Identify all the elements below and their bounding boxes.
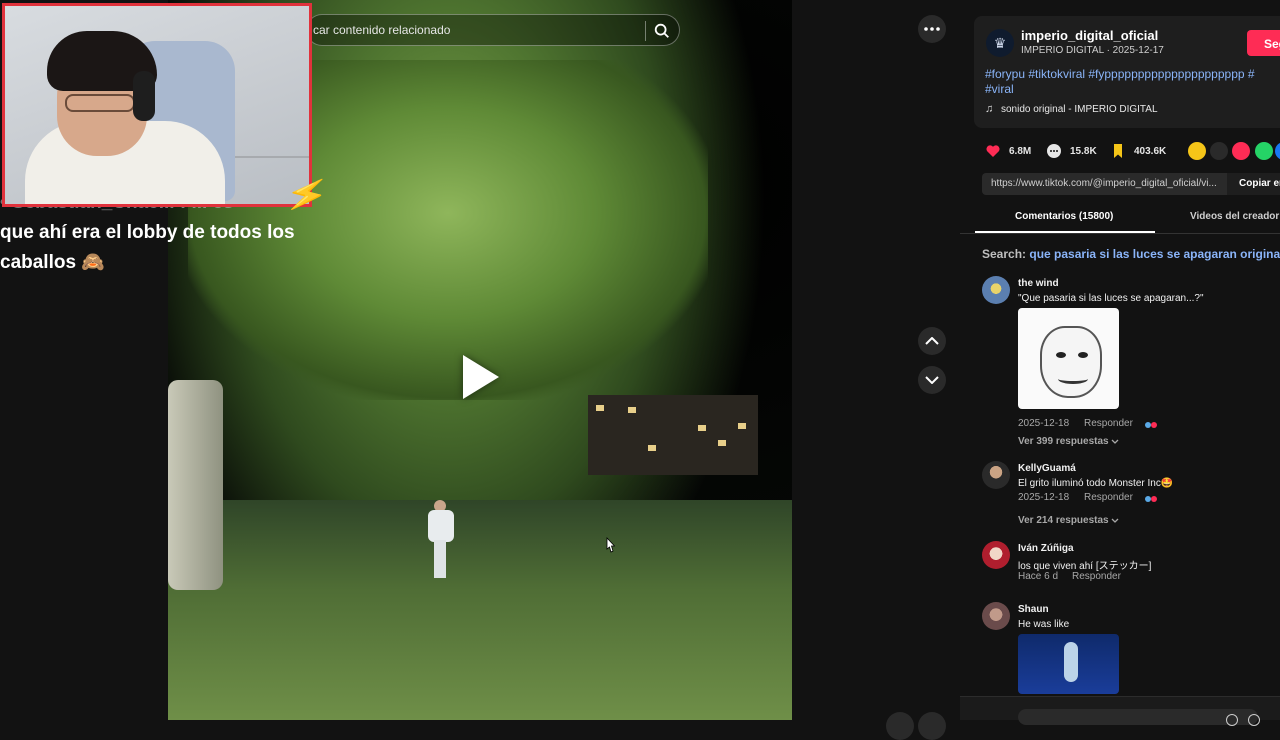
view-replies-button[interactable]: Ver 214 respuestas: [1018, 515, 1119, 526]
repost-icon[interactable]: [1188, 142, 1206, 160]
emoji-icon[interactable]: [1226, 714, 1238, 726]
sticker-icon: [1145, 422, 1157, 428]
music-note-icon: ♫: [985, 103, 994, 115]
view-replies-button[interactable]: Ver 399 respuestas: [1018, 436, 1119, 447]
streamer-webcam: [2, 3, 312, 207]
copy-link-button[interactable]: Copiar en: [1227, 173, 1280, 195]
bottom-control-button[interactable]: [886, 712, 914, 740]
hashtags-line[interactable]: #viral: [985, 82, 1280, 97]
comment-meme-image[interactable]: [1018, 308, 1119, 409]
search-query[interactable]: que pasaria si las luces se apagaran ori…: [1029, 247, 1280, 261]
chevron-down-icon: [1111, 518, 1119, 523]
comment-date: 2025-12-18: [1018, 418, 1070, 429]
search-divider: [645, 21, 646, 41]
view-replies-label[interactable]: Ver 214 respuestas: [1018, 515, 1109, 526]
avatar[interactable]: [982, 461, 1010, 489]
comment-text: "Que pasaria si las luces se apagaran...…: [1018, 293, 1204, 304]
next-video-button[interactable]: [918, 366, 946, 394]
hashtags[interactable]: #forypu #tiktokviral #fypppppppppppppppp…: [985, 67, 1280, 97]
chevron-down-icon: [925, 376, 939, 384]
avatar[interactable]: [982, 541, 1010, 569]
running-child: [426, 500, 456, 578]
follow-button[interactable]: Seg: [1247, 30, 1280, 56]
tree-trunk: [168, 380, 223, 590]
comment-username[interactable]: Iván Zúñiga: [1018, 543, 1074, 554]
mention-icon[interactable]: [1248, 714, 1260, 726]
previous-video-button[interactable]: [918, 327, 946, 355]
search-prefix: Search:: [982, 247, 1027, 261]
reply-button[interactable]: Responder: [1072, 571, 1121, 582]
avatar[interactable]: [982, 602, 1010, 630]
comment-input[interactable]: [1018, 709, 1258, 725]
comment-username[interactable]: Shaun: [1018, 604, 1049, 615]
send-icon[interactable]: [1232, 142, 1250, 160]
comment-search-suggestion[interactable]: Search: que pasaria si las luces se apag…: [982, 247, 1280, 261]
comment-date: 2025-12-18: [1018, 492, 1070, 503]
tab-comments[interactable]: Comentarios (15800): [1015, 211, 1113, 222]
more-icon: [924, 27, 940, 31]
creator-handle[interactable]: imperio_digital_oficial: [1021, 28, 1158, 43]
building: [588, 395, 758, 475]
related-search-bar[interactable]: car contenido relacionado: [306, 14, 680, 46]
bookmark-icon: [1114, 144, 1122, 158]
whatsapp-icon[interactable]: [1255, 142, 1273, 160]
creator-avatar[interactable]: ♛: [986, 29, 1014, 57]
embed-icon[interactable]: [1210, 142, 1228, 160]
bottom-control-button[interactable]: [918, 712, 946, 740]
comment-count: 15.8K: [1070, 146, 1097, 157]
hashtags-line[interactable]: #forypu #tiktokviral #fypppppppppppppppp…: [985, 67, 1280, 82]
more-options-button[interactable]: [918, 15, 946, 43]
comment-username[interactable]: KellyGuamá: [1018, 463, 1076, 474]
chevron-up-icon: [925, 337, 939, 345]
search-placeholder[interactable]: car contenido relacionado: [313, 23, 450, 37]
creator-meta: IMPERIO DIGITAL · 2025-12-17: [1021, 45, 1164, 56]
chat-line: caballos 🙈: [0, 252, 105, 273]
reply-button[interactable]: Responder: [1084, 492, 1133, 503]
sticker-icon: [1145, 496, 1157, 502]
heart-icon: [986, 145, 1000, 157]
nav-column: [792, 0, 960, 720]
comment-icon: [1047, 144, 1061, 158]
chevron-down-icon: [1111, 439, 1119, 444]
comment-text: El grito iluminó todo Monster Inc🤩: [1018, 478, 1174, 489]
chat-line: que ahí era el lobby de todos los: [0, 222, 295, 243]
avatar[interactable]: [982, 276, 1010, 304]
play-icon[interactable]: [463, 355, 499, 399]
reply-button[interactable]: Responder: [1084, 418, 1133, 429]
mouse-cursor-icon: [606, 537, 615, 553]
music-title[interactable]: sonido original - IMPERIO DIGITAL: [1001, 104, 1158, 115]
tab-creator-videos[interactable]: Videos del creador: [1190, 211, 1279, 222]
tabs-divider: [960, 233, 1280, 234]
comment-date: Hace 6 d: [1018, 571, 1059, 582]
comment-text: He was like: [1018, 619, 1070, 630]
comment-username[interactable]: the wind: [1018, 278, 1059, 289]
share-url-field[interactable]: https://www.tiktok.com/@imperio_digital_…: [982, 173, 1227, 195]
comment-text: los que viven ahí [ステッカー]: [1018, 561, 1152, 572]
search-icon[interactable]: [653, 22, 671, 40]
save-count: 403.6K: [1134, 146, 1167, 157]
like-count: 6.8M: [1009, 146, 1032, 157]
lawn: [168, 500, 792, 720]
view-replies-label[interactable]: Ver 399 respuestas: [1018, 436, 1109, 447]
comment-gif-image[interactable]: [1018, 634, 1119, 694]
